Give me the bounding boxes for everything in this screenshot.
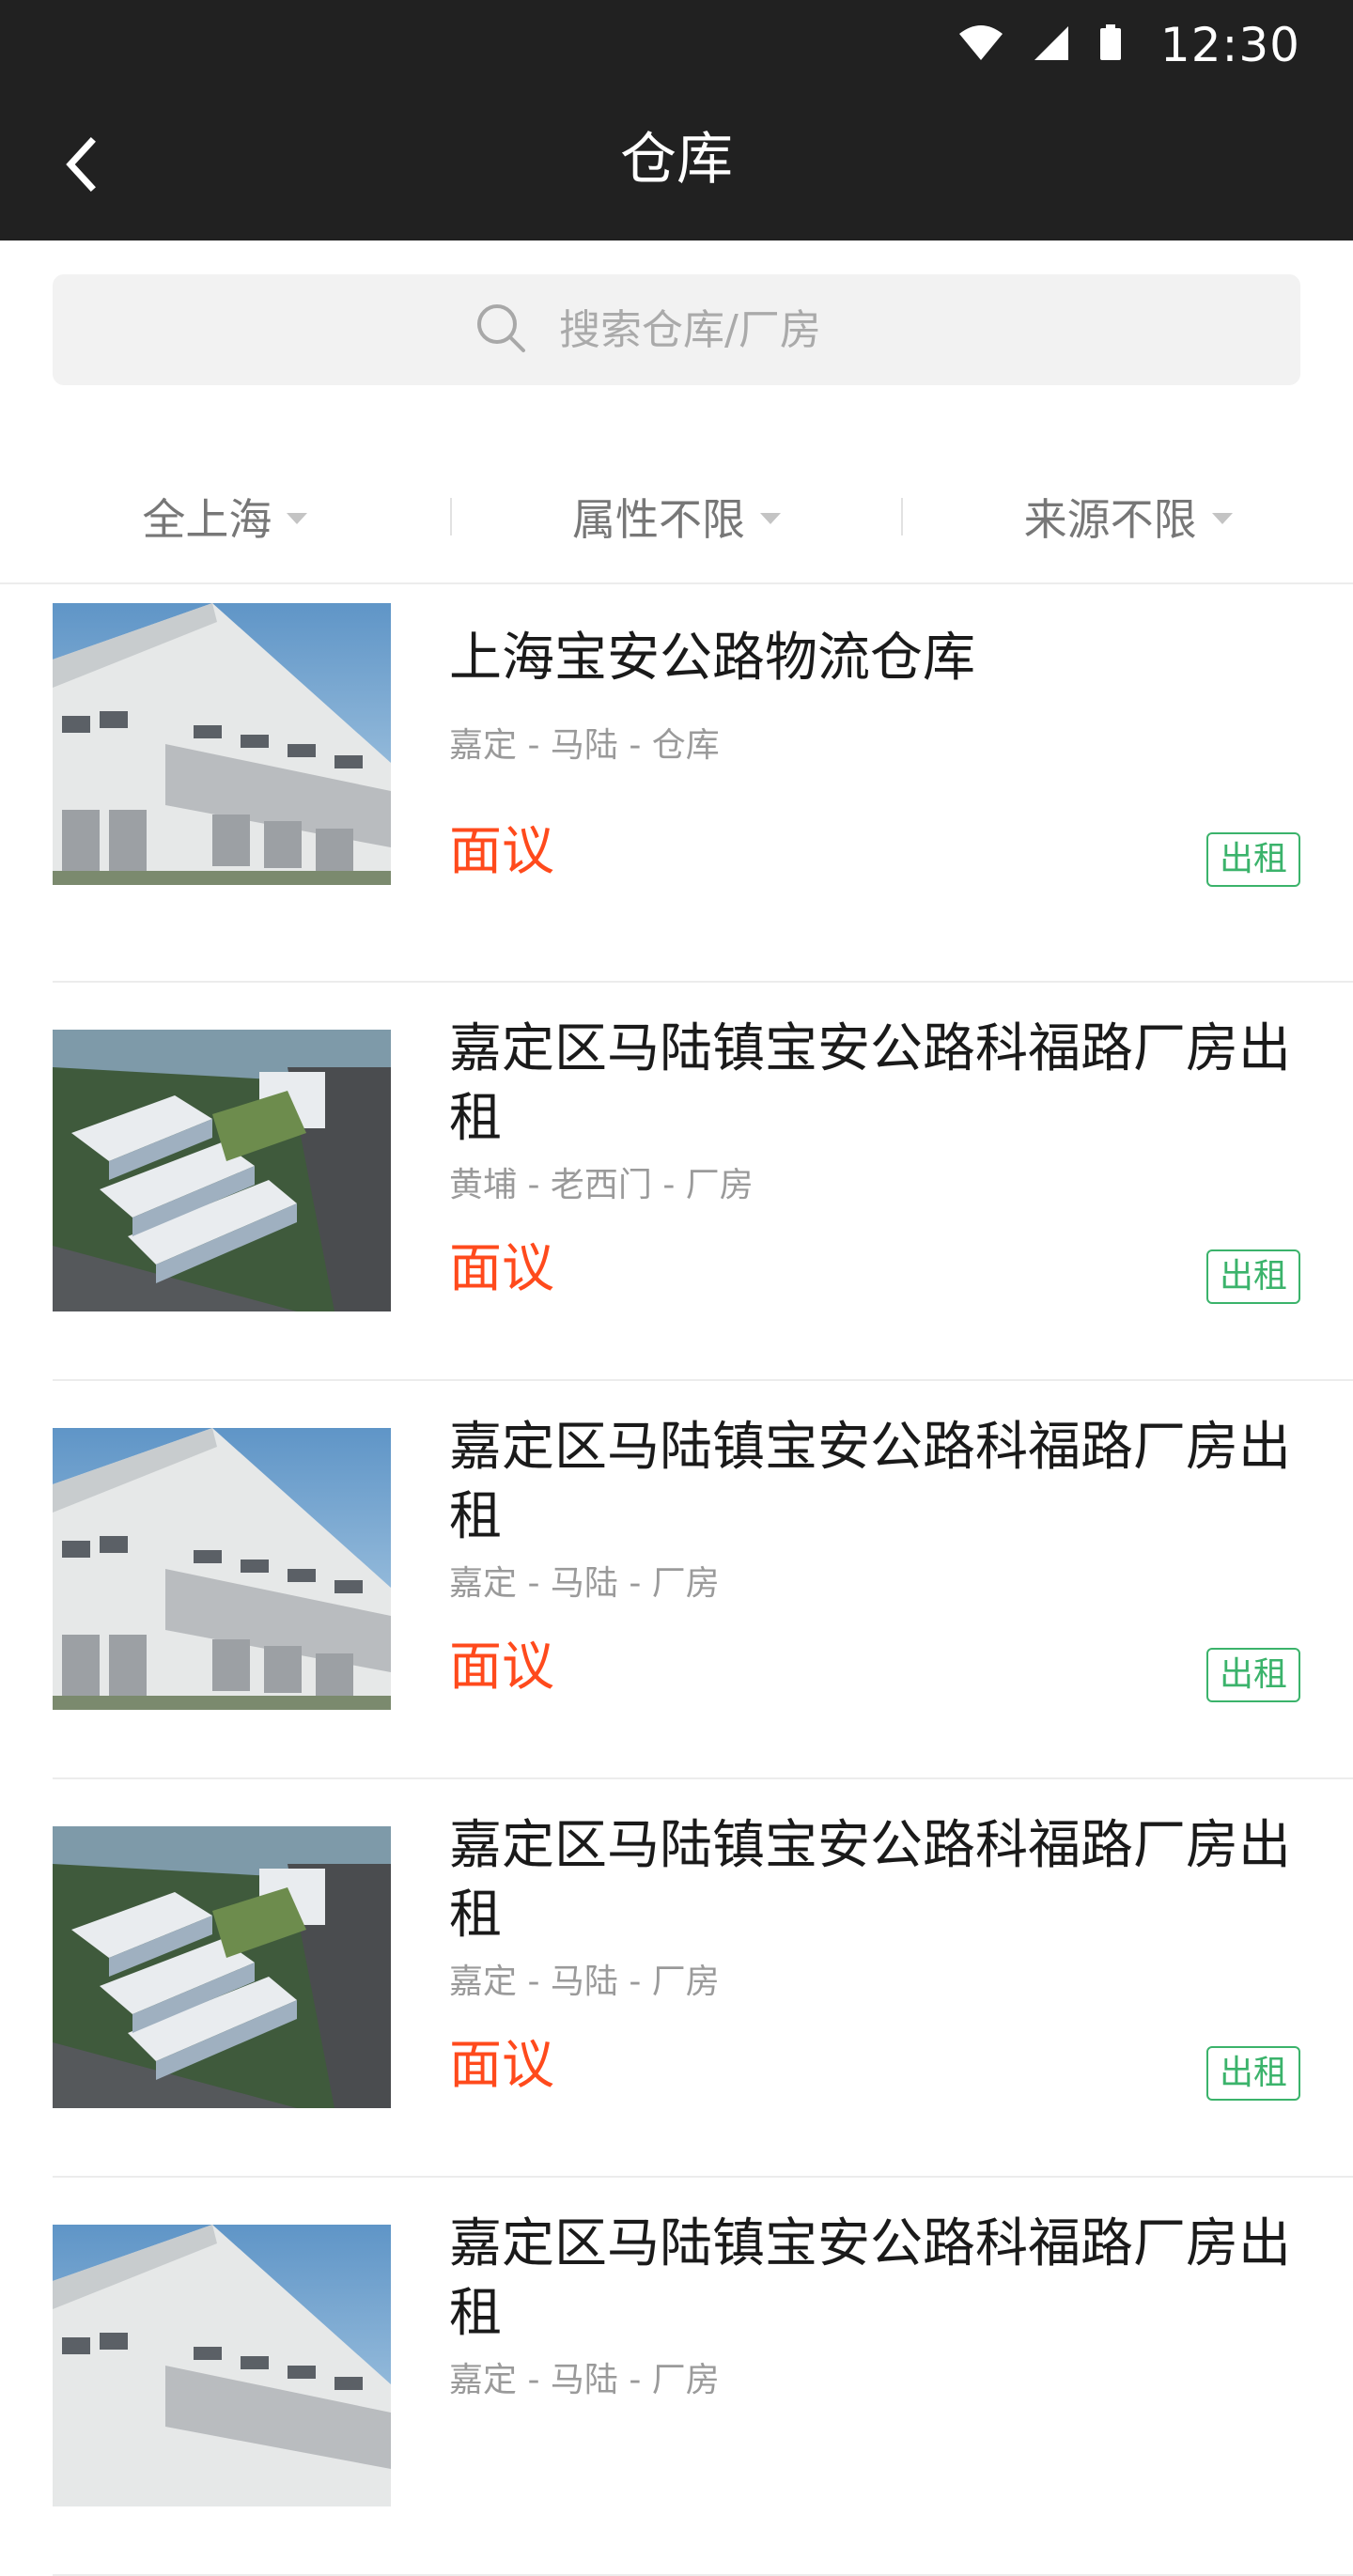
item-location: 黄埔 - 老西门 - 厂房 bbox=[449, 1166, 754, 1204]
filter-attribute-dropdown[interactable]: 属性不限 bbox=[452, 451, 902, 582]
caret-down-icon bbox=[1211, 513, 1233, 524]
list-item[interactable]: 嘉定区马陆镇宝安公路科福路厂房出租 嘉定 - 马陆 - 厂房 面议 出租 bbox=[0, 1779, 1353, 2178]
battery-icon bbox=[1098, 24, 1123, 66]
search-icon bbox=[474, 302, 527, 358]
filter-source-dropdown[interactable]: 来源不限 bbox=[903, 451, 1353, 582]
item-title: 嘉定区马陆镇宝安公路科福路厂房出租 bbox=[449, 1417, 1291, 1547]
item-price: 面议 bbox=[449, 821, 554, 882]
industrial-park-aerial-photo bbox=[53, 1826, 391, 2108]
filter-bar: 全上海 属性不限 来源不限 bbox=[0, 451, 1353, 582]
filter-label: 来源不限 bbox=[1023, 494, 1197, 545]
filter-label: 全上海 bbox=[142, 494, 272, 545]
status-badge: 出租 bbox=[1205, 1648, 1300, 1702]
cell-signal-icon bbox=[1033, 24, 1070, 66]
status-badge: 出租 bbox=[1205, 1249, 1300, 1304]
item-price: 面议 bbox=[449, 2035, 554, 2096]
list-item-info: 嘉定区马陆镇宝安公路科福路厂房出租 嘉定 - 马陆 - 厂房 bbox=[449, 1811, 1300, 2005]
filter-region-dropdown[interactable]: 全上海 bbox=[0, 451, 450, 582]
list-item-info: 嘉定区马陆镇宝安公路科福路厂房出租 黄埔 - 老西门 - 厂房 bbox=[449, 1015, 1300, 1208]
wifi-icon bbox=[957, 24, 1004, 66]
warehouse-photo bbox=[53, 1428, 391, 1710]
app-header: 12:30 仓库 bbox=[0, 0, 1353, 241]
item-title: 嘉定区马陆镇宝安公路科福路厂房出租 bbox=[449, 2213, 1291, 2344]
item-title: 上海宝安公路物流仓库 bbox=[449, 628, 975, 689]
status-icons: 12:30 bbox=[957, 17, 1300, 73]
item-location: 嘉定 - 马陆 - 仓库 bbox=[449, 726, 720, 765]
list-item-info: 上海宝安公路物流仓库 嘉定 - 马陆 - 仓库 bbox=[449, 605, 1300, 768]
industrial-park-aerial-photo bbox=[53, 1030, 391, 1311]
status-badge: 出租 bbox=[1205, 2046, 1300, 2101]
item-title: 嘉定区马陆镇宝安公路科福路厂房出租 bbox=[449, 1815, 1291, 1946]
caret-down-icon bbox=[287, 513, 308, 524]
status-time: 12:30 bbox=[1159, 18, 1300, 72]
list-item-info: 嘉定区马陆镇宝安公路科福路厂房出租 嘉定 - 马陆 - 厂房 bbox=[449, 2210, 1300, 2403]
search-bar[interactable] bbox=[53, 274, 1300, 385]
app-bar: 仓库 bbox=[0, 90, 1353, 241]
listing: 上海宝安公路物流仓库 嘉定 - 马陆 - 仓库 面议 出租 嘉定区马陆镇宝安公路… bbox=[0, 584, 1353, 2576]
list-item[interactable]: 上海宝安公路物流仓库 嘉定 - 马陆 - 仓库 面议 出租 bbox=[0, 584, 1353, 983]
item-price: 面议 bbox=[449, 1637, 554, 1698]
status-bar: 12:30 bbox=[0, 0, 1353, 90]
filter-label: 属性不限 bbox=[572, 494, 745, 545]
item-location: 嘉定 - 马陆 - 厂房 bbox=[449, 1963, 720, 2001]
list-item[interactable]: 嘉定区马陆镇宝安公路科福路厂房出租 黄埔 - 老西门 - 厂房 面议 出租 bbox=[0, 983, 1353, 1381]
list-item[interactable]: 嘉定区马陆镇宝安公路科福路厂房出租 嘉定 - 马陆 - 厂房 bbox=[0, 2178, 1353, 2576]
search-input[interactable] bbox=[559, 305, 879, 354]
item-location: 嘉定 - 马陆 - 厂房 bbox=[449, 2361, 720, 2399]
list-item-info: 嘉定区马陆镇宝安公路科福路厂房出租 嘉定 - 马陆 - 厂房 bbox=[449, 1413, 1300, 1606]
page-title: 仓库 bbox=[620, 127, 733, 193]
item-title: 嘉定区马陆镇宝安公路科福路厂房出租 bbox=[449, 1018, 1291, 1149]
item-location: 嘉定 - 马陆 - 厂房 bbox=[449, 1564, 720, 1603]
warehouse-photo bbox=[53, 603, 391, 885]
item-price: 面议 bbox=[449, 1238, 554, 1299]
list-item[interactable]: 嘉定区马陆镇宝安公路科福路厂房出租 嘉定 - 马陆 - 厂房 面议 出租 bbox=[0, 1381, 1353, 1779]
warehouse-photo bbox=[53, 2225, 391, 2506]
caret-down-icon bbox=[760, 513, 781, 524]
status-badge: 出租 bbox=[1205, 832, 1300, 887]
